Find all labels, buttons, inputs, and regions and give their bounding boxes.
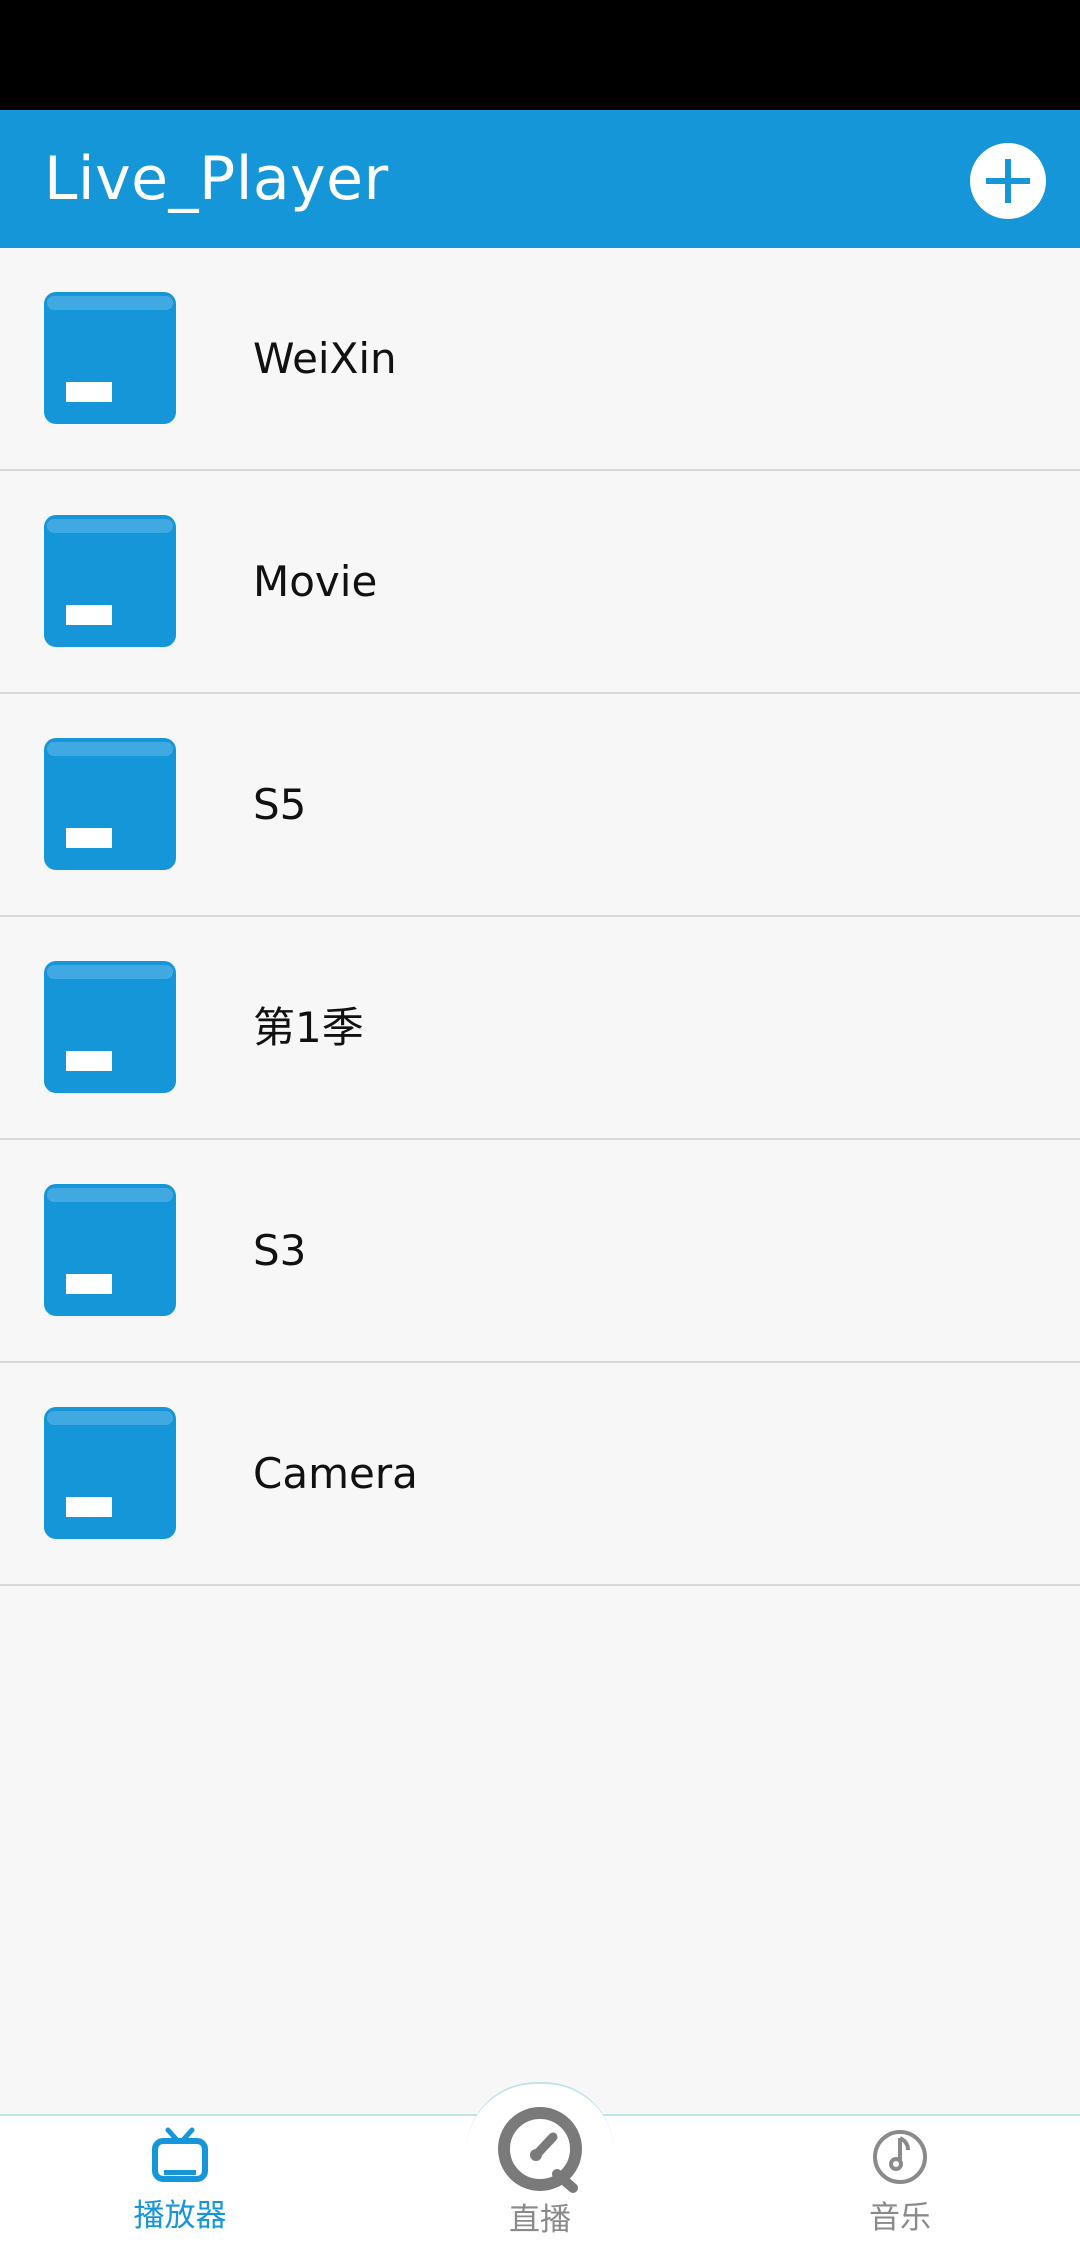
folder-icon	[44, 738, 176, 870]
folder-icon	[44, 292, 176, 424]
folder-icon	[44, 1184, 176, 1316]
folder-name: S3	[253, 1226, 307, 1275]
folder-name: WeiXin	[253, 334, 397, 383]
app-bar: Live_Player	[0, 110, 1080, 248]
plus-circle-icon	[986, 159, 1030, 203]
status-bar	[0, 0, 1080, 110]
list-item[interactable]: Movie	[0, 471, 1080, 694]
tab-live[interactable]: 直播	[440, 2107, 640, 2248]
tab-player[interactable]: 播放器	[80, 2114, 280, 2248]
folder-name: 第1季	[253, 1003, 364, 1052]
list-item[interactable]: S3	[0, 1140, 1080, 1363]
folder-icon	[44, 961, 176, 1093]
folder-icon	[44, 515, 176, 647]
folder-name: S5	[253, 780, 307, 829]
music-note-icon	[873, 2130, 927, 2184]
live-dial-icon	[498, 2107, 582, 2193]
list-item[interactable]: WeiXin	[0, 248, 1080, 471]
tab-music-label: 音乐	[869, 2200, 931, 2236]
folder-list: WeiXin Movie S5 第1季 S3 Camera	[0, 248, 1080, 1586]
tab-live-label: 直播	[509, 2202, 571, 2238]
list-item[interactable]: Camera	[0, 1363, 1080, 1586]
app-title: Live_Player	[44, 144, 389, 214]
add-folder-button[interactable]	[970, 143, 1046, 219]
tv-icon	[152, 2127, 208, 2182]
tab-player-label: 播放器	[133, 2198, 227, 2234]
tab-music[interactable]: 音乐	[800, 2114, 1000, 2248]
list-item[interactable]: 第1季	[0, 917, 1080, 1140]
folder-name: Camera	[253, 1449, 418, 1498]
folder-name: Movie	[253, 557, 378, 606]
folder-icon	[44, 1407, 176, 1539]
list-item[interactable]: S5	[0, 694, 1080, 917]
